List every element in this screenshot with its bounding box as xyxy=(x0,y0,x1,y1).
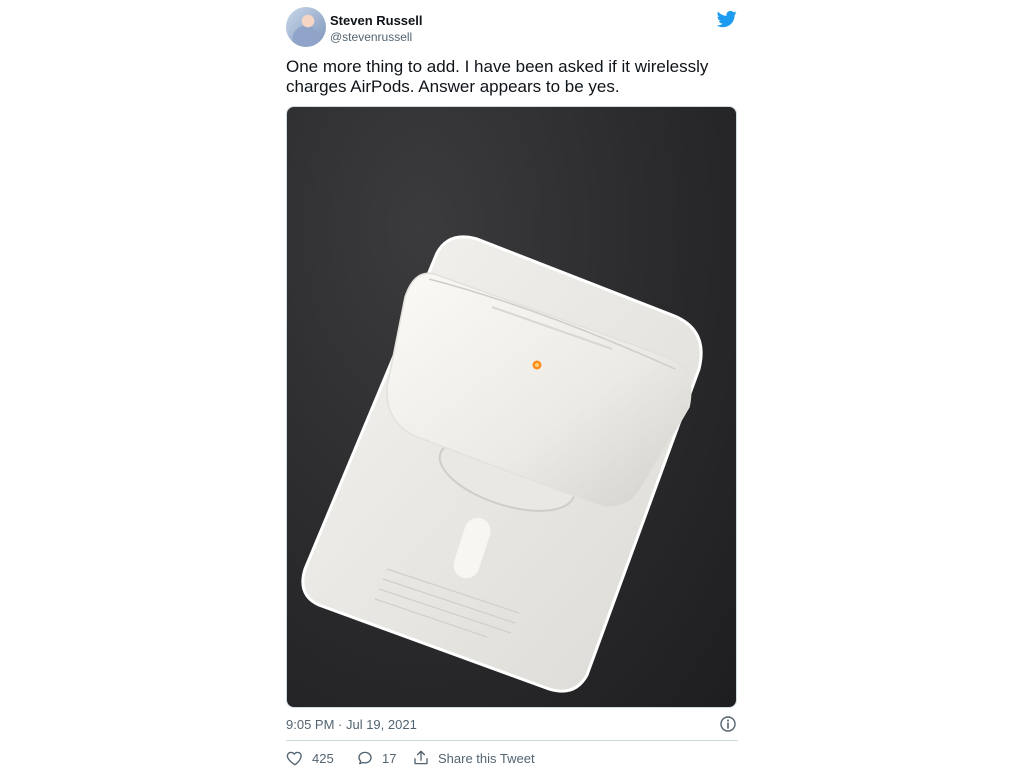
tweet-text: One more thing to add. I have been asked… xyxy=(286,57,709,96)
divider xyxy=(286,740,738,741)
reply-bubble-icon xyxy=(358,751,372,765)
author-handle[interactable]: @stevenrussell xyxy=(330,30,412,44)
tweet-meta: 9:05 PM · Jul 19, 2021 xyxy=(286,716,738,734)
twitter-bird-icon[interactable] xyxy=(716,9,738,29)
like-count: 425 xyxy=(312,750,334,766)
tweet-photo[interactable] xyxy=(286,106,737,708)
share-button[interactable]: Share this Tweet xyxy=(412,748,535,768)
author-avatar[interactable] xyxy=(286,7,326,47)
share-icon xyxy=(414,750,428,765)
author-display-name[interactable]: Steven Russell xyxy=(330,13,423,28)
tweet-timestamp[interactable]: 9:05 PM · Jul 19, 2021 xyxy=(286,717,417,732)
tweet-header: Steven Russell @stevenrussell xyxy=(286,6,738,50)
reply-button[interactable]: 17 xyxy=(356,748,396,768)
airpods-on-charger-image xyxy=(301,235,703,693)
info-icon[interactable] xyxy=(720,716,736,732)
tweet-card: Steven Russell @stevenrussell One more t… xyxy=(286,0,738,769)
reply-count: 17 xyxy=(382,750,397,766)
like-button[interactable]: 425 xyxy=(286,748,334,768)
share-label: Share this Tweet xyxy=(438,750,535,766)
tweet-actions: 425 17 Share this Tweet xyxy=(286,748,738,768)
heart-icon xyxy=(286,751,302,766)
